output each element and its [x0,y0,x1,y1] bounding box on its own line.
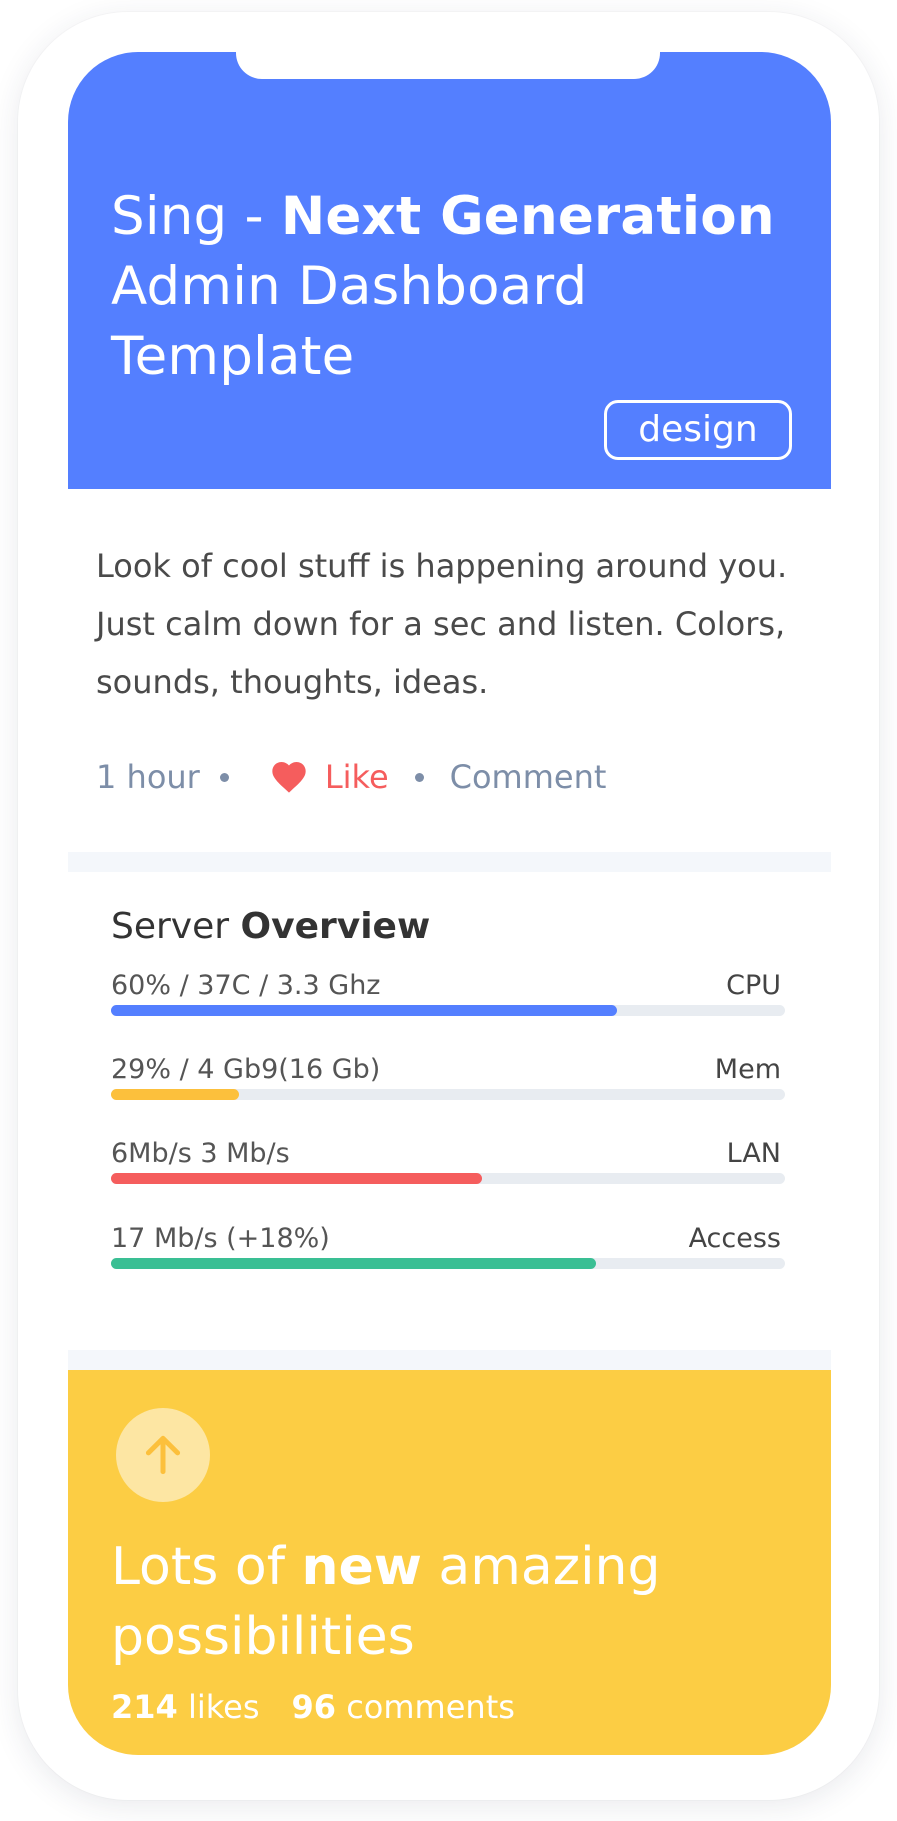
stat-value: 6Mb/s 3 Mb/s [111,1138,290,1169]
server-title-prefix: Server [111,906,241,947]
hero-title: Sing - Next Generation Admin Dashboard T… [111,182,801,392]
stat-cpu: 60% / 37C / 3.3 Ghz CPU [111,970,785,1030]
server-overview-card: Server Overview 60% / 37C / 3.3 Ghz CPU … [68,872,831,1350]
stat-value: 29% / 4 Gb9(16 Gb) [111,1054,381,1085]
stat-label: Mem [714,1054,781,1085]
progress-track [111,1258,785,1269]
promo-title: Lots of new amazing possibilities [111,1532,801,1672]
stat-value: 60% / 37C / 3.3 Ghz [111,970,381,1001]
stat-access: 17 Mb/s (+18%) Access [111,1223,785,1283]
stat-mem: 29% / 4 Gb9(16 Gb) Mem [111,1054,785,1114]
separator-dot [414,772,424,782]
comments-count: 96 [291,1688,337,1726]
progress-track [111,1005,785,1016]
arrow-up-icon[interactable] [116,1408,210,1502]
comments-label: comments [336,1688,515,1726]
post-card: Look of cool stuff is happening around y… [68,489,831,852]
hero-title-bold: Next Generation [280,186,775,247]
progress-fill [111,1258,597,1269]
hero-title-prefix: Sing - [111,186,281,247]
like-button[interactable]: Like [325,758,389,796]
design-tag[interactable]: design [604,400,792,460]
stat-lan: 6Mb/s 3 Mb/s LAN [111,1138,785,1198]
stat-label: Access [688,1223,781,1254]
progress-track [111,1173,785,1184]
progress-fill [111,1089,240,1100]
hero-card[interactable]: Sing - Next Generation Admin Dashboard T… [68,52,831,489]
stat-label: CPU [726,970,781,1001]
post-meta: 1 hour Like Comment [96,757,606,797]
heart-icon[interactable] [269,757,309,797]
server-title: Server Overview [111,906,430,947]
post-body: Look of cool stuff is happening around y… [96,547,788,701]
post-time: 1 hour [96,758,200,796]
phone-screen: Sing - Next Generation Admin Dashboard T… [68,52,831,1755]
separator-dot [219,772,229,782]
phone-notch [236,52,660,79]
progress-track [111,1089,785,1100]
comment-button[interactable]: Comment [450,758,607,796]
promo-stats: 214 likes 96 comments [111,1688,515,1726]
stat-label: LAN [726,1138,781,1169]
hero-title-rest: Admin Dashboard Template [111,256,588,387]
promo-title-bold: new [301,1537,422,1597]
likes-count: 214 [111,1688,178,1726]
likes-label: likes [177,1688,260,1726]
progress-fill [111,1173,482,1184]
server-title-bold: Overview [240,906,431,947]
promo-title-prefix: Lots of [111,1537,302,1597]
progress-fill [111,1005,617,1016]
promo-card[interactable]: Lots of new amazing possibilities 214 li… [68,1370,831,1755]
stat-value: 17 Mb/s (+18%) [111,1223,330,1254]
